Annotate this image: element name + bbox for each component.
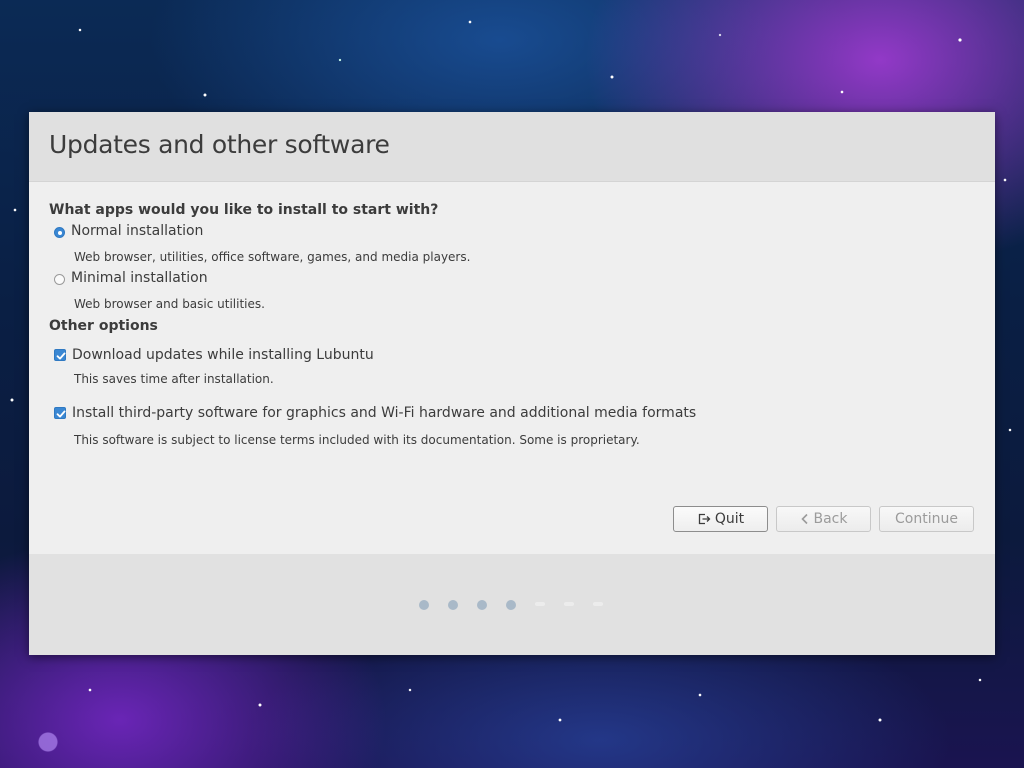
progress-dot-complete xyxy=(448,600,458,610)
installer-content: What apps would you like to install to s… xyxy=(29,182,995,596)
radio-selected-icon[interactable] xyxy=(54,227,65,238)
checkbox-checked-icon[interactable] xyxy=(54,349,66,361)
download-updates-checkbox-option[interactable]: Download updates while installing Lubunt… xyxy=(53,347,453,369)
normal-installation-label: Normal installation xyxy=(71,223,204,239)
third-party-software-checkbox-option[interactable]: Install third-party software for graphic… xyxy=(53,405,703,427)
minimal-installation-radio-option[interactable]: Minimal installation xyxy=(53,270,453,292)
exit-icon xyxy=(697,512,711,526)
progress-dot-complete xyxy=(419,600,429,610)
download-updates-label: Download updates while installing Lubunt… xyxy=(72,347,374,363)
download-updates-description: This saves time after installation. xyxy=(74,372,274,386)
normal-installation-radio-option[interactable]: Normal installation xyxy=(53,223,453,245)
installer-window: Updates and other software What apps wou… xyxy=(29,112,995,655)
progress-dot-pending xyxy=(535,602,545,606)
progress-dot-pending xyxy=(564,602,574,606)
progress-dot-complete xyxy=(477,600,487,610)
quit-button[interactable]: Quit xyxy=(673,506,768,532)
back-button[interactable]: Back xyxy=(776,506,871,532)
third-party-software-description: This software is subject to license term… xyxy=(74,433,640,447)
minimal-installation-description: Web browser and basic utilities. xyxy=(74,297,265,311)
page-title: Updates and other software xyxy=(49,130,390,159)
chevron-left-icon xyxy=(800,513,810,525)
radio-unselected-icon[interactable] xyxy=(54,274,65,285)
checkbox-checked-icon[interactable] xyxy=(54,407,66,419)
installer-header: Updates and other software xyxy=(29,112,995,182)
progress-dot-complete xyxy=(506,600,516,610)
apps-question-heading: What apps would you like to install to s… xyxy=(49,202,439,218)
progress-dot-pending xyxy=(593,602,603,606)
continue-button-label: Continue xyxy=(895,511,958,527)
installer-footer xyxy=(29,554,995,655)
continue-button[interactable]: Continue xyxy=(879,506,974,532)
other-options-heading: Other options xyxy=(49,318,158,334)
normal-installation-description: Web browser, utilities, office software,… xyxy=(74,250,471,264)
quit-button-label: Quit xyxy=(714,511,745,527)
third-party-software-label: Install third-party software for graphic… xyxy=(72,405,697,421)
minimal-installation-label: Minimal installation xyxy=(71,270,208,286)
back-button-label: Back xyxy=(813,511,848,527)
